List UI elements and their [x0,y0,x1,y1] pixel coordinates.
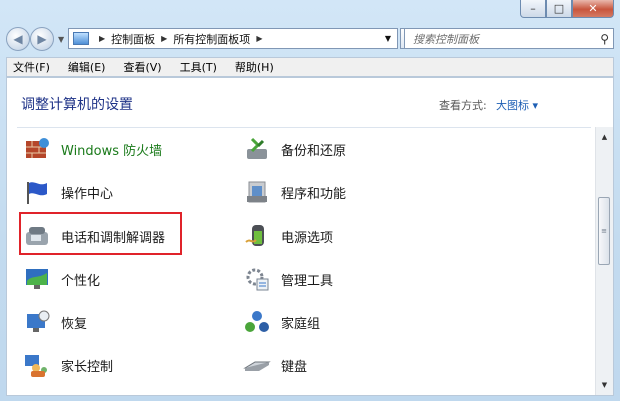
recovery-icon [23,308,51,336]
firewall-icon [23,135,51,163]
admin-tools-icon [243,265,271,293]
item-backup-restore[interactable]: 备份和还原 [243,135,346,163]
item-label: 管理工具 [281,273,334,289]
item-programs-features[interactable]: 程序和功能 [243,178,346,206]
page-title: 调整计算机的设置 [21,97,133,113]
control-panel-icon [73,32,89,45]
content-pane: 调整计算机的设置 查看方式: 大图标 ▾ Windows 防火墙 操作中心 电话… [6,77,614,396]
scroll-thumb[interactable]: ≡ [598,197,610,265]
highlight-box [19,212,182,255]
item-label: Windows 防火墙 [61,143,163,159]
item-power-options[interactable]: 电源选项 [243,222,333,250]
breadcrumb-all-items[interactable]: 所有控制面板项 [173,31,250,47]
menu-bar: 文件(F) 编辑(E) 查看(V) 工具(T) 帮助(H) [6,57,614,77]
item-label: 个性化 [61,273,101,289]
search-placeholder: 搜索控制面板 [413,32,479,46]
back-arrow-icon: ◀ [13,32,23,46]
view-by-label: 查看方式: [439,99,487,112]
forward-arrow-icon: ▶ [37,32,47,46]
item-label: 操作中心 [61,186,114,202]
recent-pages-dropdown[interactable]: ▼ [58,35,64,44]
close-button[interactable]: ✕ [572,0,614,18]
back-button[interactable]: ◀ [6,27,30,51]
breadcrumb-separator-icon[interactable]: ▶ [161,34,167,43]
item-parental-controls[interactable]: 家长控制 [23,351,113,379]
scroll-down-icon[interactable]: ▼ [596,377,613,393]
search-input[interactable]: 搜索控制面板 ⚲ [404,28,614,49]
homegroup-icon [243,308,271,336]
item-admin-tools[interactable]: 管理工具 [243,265,333,293]
parental-controls-icon [23,351,51,379]
item-label: 键盘 [281,359,308,375]
flag-icon [23,178,51,206]
item-label: 备份和还原 [281,143,347,159]
search-icon[interactable]: ⚲ [600,32,609,46]
breadcrumb-control-panel[interactable]: 控制面板 [111,31,155,47]
menu-file[interactable]: 文件(F) [7,59,59,75]
item-label: 恢复 [61,316,88,332]
backup-icon [243,135,271,163]
breadcrumb-separator-icon[interactable]: ▶ [99,34,105,43]
navigation-bar: ◀ ▶ ▼ ▶ 控制面板 ▶ 所有控制面板项 ▶ ▼ ↻ 搜索控制面板 ⚲ [6,26,614,52]
view-by-dropdown[interactable]: 大图标 ▾ [496,97,538,113]
menu-tools[interactable]: 工具(T) [171,59,226,75]
forward-button[interactable]: ▶ [30,27,54,51]
window-frame: – □ ✕ ◀ ▶ ▼ ▶ 控制面板 ▶ 所有控制面板项 ▶ ▼ ↻ 搜索控制面… [0,0,620,401]
item-action-center[interactable]: 操作中心 [23,178,113,206]
maximize-button[interactable]: □ [546,0,572,18]
keyboard-icon [243,351,271,379]
item-label: 家庭组 [281,316,321,332]
monitor-icon [23,265,51,293]
item-personalization[interactable]: 个性化 [23,265,100,293]
item-homegroup[interactable]: 家庭组 [243,308,320,336]
item-recovery[interactable]: 恢复 [23,308,87,336]
divider [17,127,591,128]
battery-icon [243,222,271,250]
breadcrumb-separator-icon[interactable]: ▶ [256,34,262,43]
item-label: 电源选项 [281,230,334,246]
menu-view[interactable]: 查看(V) [114,59,170,75]
scroll-up-icon[interactable]: ▲ [596,129,613,145]
item-windows-firewall[interactable]: Windows 防火墙 [23,135,162,163]
item-keyboard[interactable]: 键盘 [243,351,307,379]
menu-edit[interactable]: 编辑(E) [59,59,115,75]
item-label: 程序和功能 [281,186,347,202]
address-bar[interactable]: ▶ 控制面板 ▶ 所有控制面板项 ▶ ▼ [68,28,398,49]
window-controls: – □ ✕ [520,0,614,20]
item-label: 家长控制 [61,359,114,375]
vertical-scrollbar[interactable]: ▲ ≡ ▼ [595,127,613,395]
minimize-button[interactable]: – [520,0,546,18]
address-dropdown-icon[interactable]: ▼ [385,34,391,43]
programs-icon [243,178,271,206]
menu-help[interactable]: 帮助(H) [226,59,283,75]
